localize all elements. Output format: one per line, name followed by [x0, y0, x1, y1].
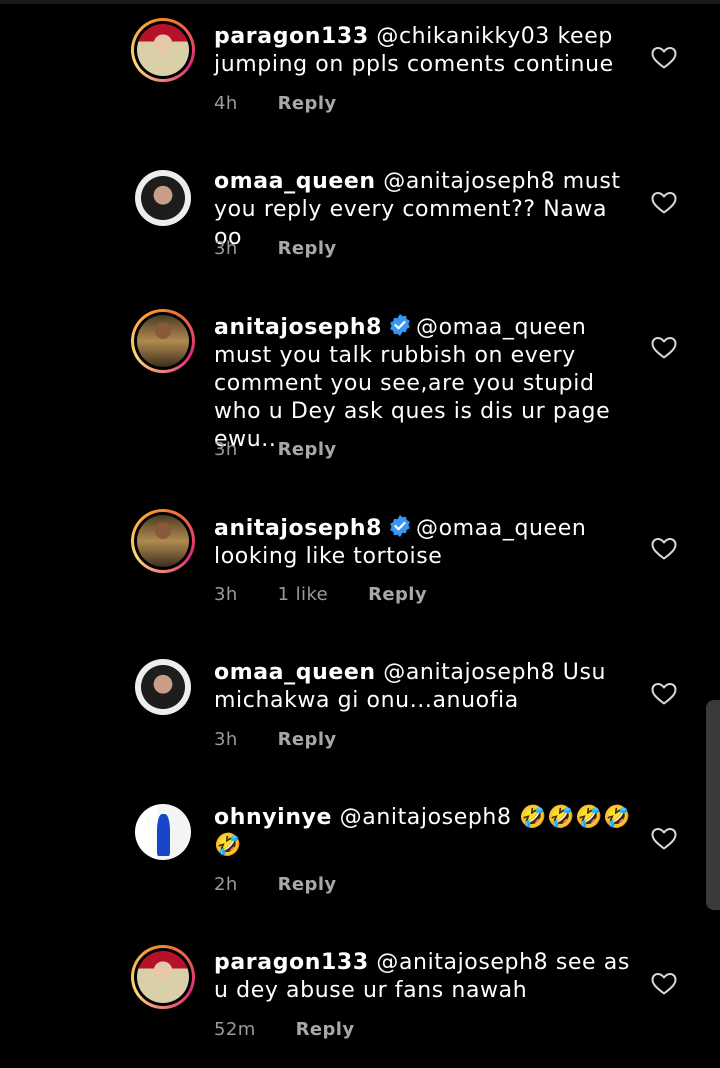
comment-mention[interactable]: @anitajoseph8: [383, 660, 555, 685]
comment-body: must you talk rubbish on every comment y…: [214, 343, 611, 452]
heart-outline-icon[interactable]: [651, 537, 677, 561]
comment-meta: 3h Reply: [214, 439, 377, 460]
comment-timestamp: 3h: [214, 584, 238, 605]
reply-button[interactable]: Reply: [368, 584, 427, 605]
comment-timestamp: 3h: [214, 238, 238, 259]
comment-text: anitajoseph8 @omaa_queen must you talk ru…: [214, 313, 634, 454]
comment-text: omaa_queen @anitajoseph8 Usu michakwa gi…: [214, 659, 634, 715]
comment-body: looking like tortoise: [214, 544, 443, 569]
avatar[interactable]: [131, 509, 195, 573]
reply-button[interactable]: Reply: [278, 93, 337, 114]
top-divider: [0, 0, 720, 4]
comment-text: paragon133 @anitajoseph8 see as u dey ab…: [214, 949, 634, 1005]
comment-meta: 3h Reply: [214, 238, 377, 259]
reply-button[interactable]: Reply: [278, 238, 337, 259]
reply-button[interactable]: Reply: [278, 439, 337, 460]
comment-username[interactable]: omaa_queen: [214, 660, 376, 685]
heart-outline-icon[interactable]: [651, 46, 677, 70]
comment-text: ohnyinye @anitajoseph8 🤣🤣🤣🤣🤣: [214, 804, 634, 860]
comment-username[interactable]: paragon133: [214, 950, 369, 975]
reply-button[interactable]: Reply: [278, 874, 337, 895]
heart-outline-icon[interactable]: [651, 336, 677, 360]
avatar[interactable]: [131, 655, 195, 719]
comment-username[interactable]: paragon133: [214, 24, 369, 49]
comment-username[interactable]: ohnyinye: [214, 805, 332, 830]
verified-badge-icon: [390, 314, 410, 336]
comment-timestamp: 3h: [214, 439, 238, 460]
heart-outline-icon[interactable]: [651, 972, 677, 996]
heart-outline-icon[interactable]: [651, 827, 677, 851]
avatar[interactable]: [131, 18, 195, 82]
comment-username[interactable]: anitajoseph8: [214, 315, 382, 340]
comment-mention[interactable]: @omaa_queen: [416, 315, 586, 340]
comment-timestamp: 3h: [214, 729, 238, 750]
heart-outline-icon[interactable]: [651, 682, 677, 706]
avatar[interactable]: [131, 309, 195, 373]
comment-meta: 52m Reply: [214, 1019, 395, 1040]
comment-meta: 2h Reply: [214, 874, 377, 895]
comment-mention[interactable]: @anitajoseph8: [383, 169, 555, 194]
comment-text: anitajoseph8 @omaa_queen looking like tor…: [214, 514, 634, 571]
comment-mention[interactable]: @omaa_queen: [416, 516, 586, 541]
heart-outline-icon[interactable]: [651, 191, 677, 215]
verified-badge-icon: [390, 515, 410, 537]
comment-timestamp: 52m: [214, 1019, 256, 1040]
comment-timestamp: 2h: [214, 874, 238, 895]
avatar[interactable]: [131, 945, 195, 1009]
comment-username[interactable]: anitajoseph8: [214, 516, 382, 541]
avatar[interactable]: [131, 166, 195, 230]
comment-meta: 4h Reply: [214, 93, 377, 114]
scrollbar[interactable]: [706, 700, 720, 910]
comment-meta: 3h Reply: [214, 729, 377, 750]
avatar[interactable]: [131, 800, 195, 864]
comment-text: paragon133 @chikanikky03 keep jumping on…: [214, 23, 634, 79]
reply-button[interactable]: Reply: [278, 729, 337, 750]
comment-username[interactable]: omaa_queen: [214, 169, 376, 194]
comment-mention[interactable]: @anitajoseph8: [376, 950, 548, 975]
comment-mention[interactable]: @chikanikky03: [376, 24, 550, 49]
comment-like-count[interactable]: 1 like: [278, 584, 328, 605]
comment-mention[interactable]: @anitajoseph8: [340, 805, 512, 830]
comment-timestamp: 4h: [214, 93, 238, 114]
comment-meta: 3h 1 like Reply: [214, 584, 467, 605]
reply-button[interactable]: Reply: [296, 1019, 355, 1040]
